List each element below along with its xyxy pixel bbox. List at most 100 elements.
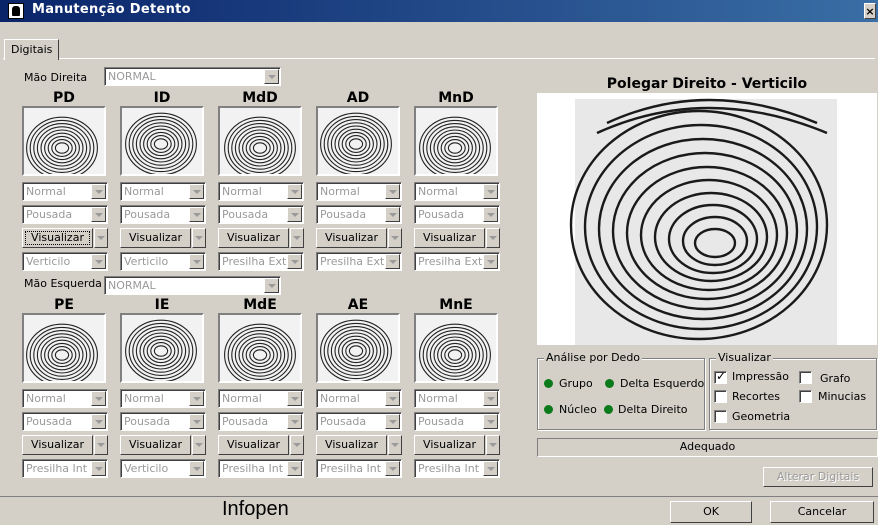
- left-hand-combo[interactable]: NORMAL: [104, 276, 281, 295]
- impressao-checkbox[interactable]: [714, 369, 727, 384]
- visualizar-menu-arrow[interactable]: [94, 435, 108, 455]
- tab-digitais[interactable]: Digitais: [4, 39, 60, 60]
- visualizar-button[interactable]: Visualizar: [120, 435, 191, 455]
- finger-quality-combo[interactable]: Normal: [316, 389, 402, 408]
- chevron-down-icon[interactable]: [189, 391, 204, 406]
- visualizar-button[interactable]: Visualizar: [120, 228, 191, 248]
- finger-thumbnail[interactable]: [120, 313, 204, 383]
- visualizar-menu-arrow[interactable]: [290, 228, 304, 248]
- visualizar-menu-arrow[interactable]: [388, 228, 402, 248]
- finger-state-combo[interactable]: Pousada: [414, 205, 500, 224]
- visualizar-menu-arrow[interactable]: [486, 228, 500, 248]
- chevron-down-icon[interactable]: [91, 461, 106, 476]
- chevron-down-icon[interactable]: [483, 254, 498, 269]
- chevron-down-icon[interactable]: [264, 69, 279, 84]
- chevron-down-icon[interactable]: [189, 207, 204, 222]
- grafo-checkbox[interactable]: [799, 371, 812, 384]
- chevron-down-icon[interactable]: [264, 278, 279, 293]
- chevron-down-icon[interactable]: [287, 414, 302, 429]
- visualizar-menu-arrow[interactable]: [94, 228, 108, 248]
- ok-button[interactable]: OK: [670, 501, 752, 523]
- finger-pattern-combo[interactable]: Presilha Ext: [414, 252, 500, 271]
- chevron-down-icon[interactable]: [385, 461, 400, 476]
- visualizar-menu-arrow[interactable]: [192, 228, 206, 248]
- finger-pattern-combo[interactable]: Verticilo: [22, 252, 108, 271]
- chevron-down-icon[interactable]: [483, 391, 498, 406]
- visualizar-button[interactable]: Visualizar: [22, 228, 93, 248]
- finger-state-combo[interactable]: Pousada: [218, 412, 304, 431]
- finger-thumbnail[interactable]: [414, 313, 498, 383]
- chevron-down-icon[interactable]: [91, 391, 106, 406]
- geometria-checkbox[interactable]: [714, 410, 727, 423]
- chevron-down-icon[interactable]: [483, 461, 498, 476]
- finger-state-combo[interactable]: Pousada: [22, 412, 108, 431]
- chevron-down-icon[interactable]: [287, 254, 302, 269]
- finger-thumbnail[interactable]: [316, 106, 400, 176]
- finger-pattern-combo[interactable]: Presilha Ext: [316, 252, 402, 271]
- recortes-checkbox[interactable]: [714, 390, 727, 403]
- chevron-down-icon[interactable]: [91, 184, 106, 199]
- finger-state-combo[interactable]: Pousada: [22, 205, 108, 224]
- finger-pattern-combo[interactable]: Verticilo: [120, 252, 206, 271]
- finger-thumbnail[interactable]: [316, 313, 400, 383]
- finger-pattern-combo[interactable]: Presilha Ext: [218, 252, 304, 271]
- finger-state-combo[interactable]: Pousada: [120, 205, 206, 224]
- finger-thumbnail[interactable]: [414, 106, 498, 176]
- chevron-down-icon[interactable]: [91, 254, 106, 269]
- chevron-down-icon[interactable]: [91, 414, 106, 429]
- chevron-down-icon[interactable]: [287, 184, 302, 199]
- visualizar-menu-arrow[interactable]: [486, 435, 500, 455]
- chevron-down-icon[interactable]: [483, 207, 498, 222]
- chevron-down-icon[interactable]: [385, 184, 400, 199]
- visualizar-menu-arrow[interactable]: [290, 435, 304, 455]
- chevron-down-icon[interactable]: [189, 184, 204, 199]
- chevron-down-icon[interactable]: [385, 254, 400, 269]
- finger-state-combo[interactable]: Pousada: [218, 205, 304, 224]
- finger-thumbnail[interactable]: [120, 106, 204, 176]
- finger-state-combo[interactable]: Pousada: [120, 412, 206, 431]
- finger-quality-combo[interactable]: Normal: [120, 182, 206, 201]
- visualizar-button[interactable]: Visualizar: [218, 228, 289, 248]
- finger-state-combo[interactable]: Pousada: [316, 205, 402, 224]
- chevron-down-icon[interactable]: [385, 414, 400, 429]
- finger-quality-combo[interactable]: Normal: [120, 389, 206, 408]
- visualizar-button[interactable]: Visualizar: [22, 435, 93, 455]
- finger-quality-combo[interactable]: Normal: [316, 182, 402, 201]
- finger-state-combo[interactable]: Pousada: [414, 412, 500, 431]
- finger-thumbnail[interactable]: [22, 313, 106, 383]
- chevron-down-icon[interactable]: [287, 207, 302, 222]
- chevron-down-icon[interactable]: [385, 391, 400, 406]
- finger-quality-combo[interactable]: Normal: [22, 389, 108, 408]
- visualizar-button[interactable]: Visualizar: [218, 435, 289, 455]
- finger-quality-combo[interactable]: Normal: [414, 182, 500, 201]
- finger-pattern-combo[interactable]: Presilha Int: [316, 459, 402, 478]
- visualizar-menu-arrow[interactable]: [192, 435, 206, 455]
- visualizar-button[interactable]: Visualizar: [414, 228, 485, 248]
- chevron-down-icon[interactable]: [189, 254, 204, 269]
- finger-quality-combo[interactable]: Normal: [22, 182, 108, 201]
- visualizar-button[interactable]: Visualizar: [414, 435, 485, 455]
- chevron-down-icon[interactable]: [91, 207, 106, 222]
- cancel-button[interactable]: Cancelar: [770, 501, 874, 523]
- finger-pattern-combo[interactable]: Presilha Int: [22, 459, 108, 478]
- visualizar-button[interactable]: Visualizar: [316, 435, 387, 455]
- right-hand-combo[interactable]: NORMAL: [104, 67, 281, 86]
- chevron-down-icon[interactable]: [189, 461, 204, 476]
- visualizar-button[interactable]: Visualizar: [316, 228, 387, 248]
- finger-quality-combo[interactable]: Normal: [218, 182, 304, 201]
- finger-thumbnail[interactable]: [218, 313, 302, 383]
- chevron-down-icon[interactable]: [385, 207, 400, 222]
- finger-thumbnail[interactable]: [218, 106, 302, 176]
- alterar-digitais-button[interactable]: Alterar Digitais: [763, 467, 873, 487]
- chevron-down-icon[interactable]: [189, 414, 204, 429]
- finger-thumbnail[interactable]: [22, 106, 106, 176]
- finger-pattern-combo[interactable]: Verticilo: [120, 459, 206, 478]
- finger-state-combo[interactable]: Pousada: [316, 412, 402, 431]
- finger-quality-combo[interactable]: Normal: [218, 389, 304, 408]
- chevron-down-icon[interactable]: [483, 414, 498, 429]
- finger-pattern-combo[interactable]: Presilha Int: [414, 459, 500, 478]
- finger-quality-combo[interactable]: Normal: [414, 389, 500, 408]
- finger-pattern-combo[interactable]: Presilha Int: [218, 459, 304, 478]
- chevron-down-icon[interactable]: [483, 184, 498, 199]
- chevron-down-icon[interactable]: [287, 461, 302, 476]
